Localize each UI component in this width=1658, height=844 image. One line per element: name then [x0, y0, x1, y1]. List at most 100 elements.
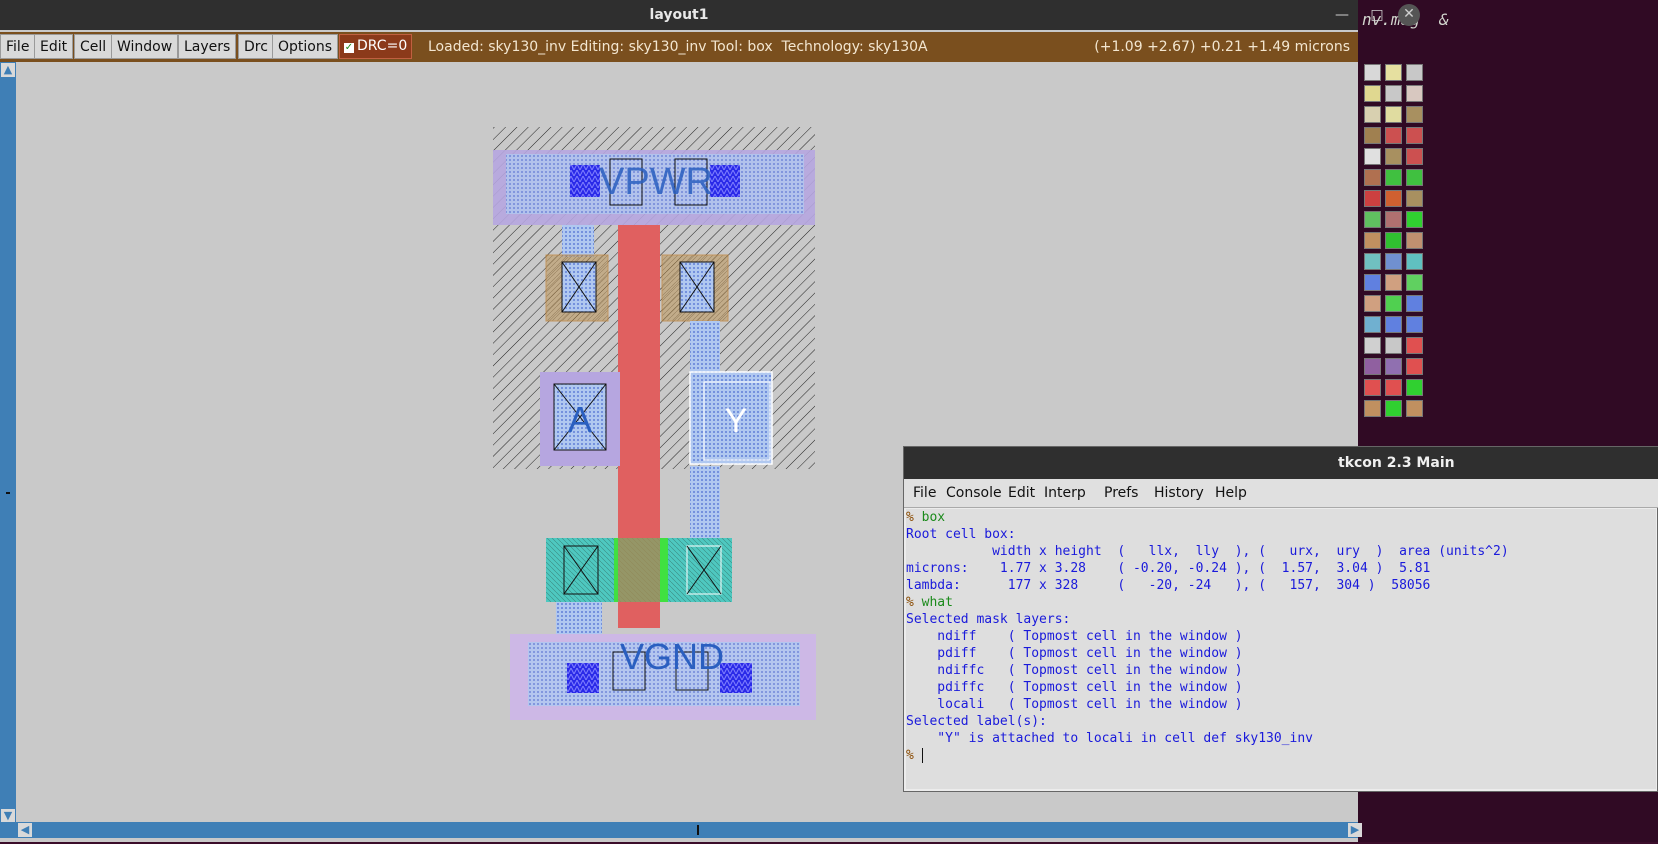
- menu-file[interactable]: File: [0, 34, 36, 59]
- layer-swatch[interactable]: [1385, 190, 1402, 207]
- vertical-scrollbar[interactable]: ▲ ▼: [0, 62, 16, 824]
- layer-swatch[interactable]: [1406, 295, 1423, 312]
- layer-swatch[interactable]: [1406, 358, 1423, 375]
- output-y-label: Y: [725, 402, 748, 440]
- console-line: %: [906, 747, 1656, 764]
- layer-swatch[interactable]: [1385, 274, 1402, 291]
- scroll-down-icon[interactable]: ▼: [1, 809, 15, 823]
- console-line: pdiff ( Topmost cell in the window ): [906, 646, 1243, 661]
- layer-swatch[interactable]: [1406, 337, 1423, 354]
- layer-swatch[interactable]: [1364, 358, 1381, 375]
- tkcon-window: tkcon 2.3 Main File Console Edit Interp …: [903, 446, 1658, 792]
- layer-swatch[interactable]: [1364, 316, 1381, 333]
- layer-swatch[interactable]: [1364, 253, 1381, 270]
- tkcon-menu-interp[interactable]: Interp: [1044, 479, 1086, 507]
- status-text: Loaded: sky130_inv Editing: sky130_inv T…: [428, 39, 928, 55]
- layer-swatch[interactable]: [1385, 316, 1402, 333]
- layer-swatch[interactable]: [1385, 253, 1402, 270]
- menu-options[interactable]: Options: [272, 34, 339, 59]
- layer-swatch[interactable]: [1385, 64, 1402, 81]
- vpwr-strap[interactable]: [562, 225, 594, 257]
- layer-swatch[interactable]: [1385, 85, 1402, 102]
- vpwr-via-right[interactable]: [710, 165, 740, 197]
- vgnd-strap[interactable]: [556, 602, 602, 637]
- tkcon-console[interactable]: % box Root cell box: width x height ( llx…: [906, 509, 1656, 789]
- layer-swatch[interactable]: [1364, 64, 1381, 81]
- console-line: ndiffc ( Topmost cell in the window ): [906, 663, 1243, 678]
- layer-swatch[interactable]: [1385, 127, 1402, 144]
- layer-swatch[interactable]: [1385, 295, 1402, 312]
- minimize-icon[interactable]: —: [1332, 5, 1352, 25]
- layer-swatch[interactable]: [1364, 148, 1381, 165]
- layer-swatch[interactable]: [1406, 316, 1423, 333]
- vpwr-label: VPWR: [599, 161, 713, 203]
- layer-swatch[interactable]: [1364, 169, 1381, 186]
- layer-swatch[interactable]: [1364, 295, 1381, 312]
- menu-edit[interactable]: Edit: [34, 34, 74, 59]
- nmos-gate[interactable]: [618, 538, 660, 602]
- layer-swatch[interactable]: [1385, 148, 1402, 165]
- layer-swatch[interactable]: [1406, 232, 1423, 249]
- console-line: Selected label(s):: [906, 714, 1047, 729]
- layer-swatch[interactable]: [1385, 358, 1402, 375]
- tkcon-titlebar[interactable]: tkcon 2.3 Main: [904, 447, 1658, 479]
- tkcon-menu-edit[interactable]: Edit: [1008, 479, 1035, 507]
- layer-swatch[interactable]: [1406, 148, 1423, 165]
- layer-swatch[interactable]: [1406, 211, 1423, 228]
- layer-swatch[interactable]: [1406, 274, 1423, 291]
- layer-swatch[interactable]: [1406, 253, 1423, 270]
- layer-swatch[interactable]: [1364, 400, 1381, 417]
- layer-swatch[interactable]: [1364, 106, 1381, 123]
- drc-toggle[interactable]: ✓ DRC=0: [339, 34, 413, 59]
- layer-swatch[interactable]: [1385, 169, 1402, 186]
- tkcon-menu-console[interactable]: Console: [946, 479, 1002, 507]
- layer-swatch[interactable]: [1406, 400, 1423, 417]
- layer-swatch[interactable]: [1385, 400, 1402, 417]
- console-command: what: [921, 595, 953, 610]
- layer-swatch[interactable]: [1385, 106, 1402, 123]
- layer-swatch[interactable]: [1364, 232, 1381, 249]
- scroll-right-icon[interactable]: ▶: [1348, 823, 1362, 837]
- layer-swatch[interactable]: [1406, 106, 1423, 123]
- layer-swatch[interactable]: [1406, 127, 1423, 144]
- console-line: pdiffc ( Topmost cell in the window ): [906, 680, 1243, 695]
- console-line: width x height ( llx, lly ), ( urx, ury …: [906, 544, 1509, 559]
- layer-swatch[interactable]: [1406, 190, 1423, 207]
- tkcon-menu-history[interactable]: History: [1154, 479, 1204, 507]
- maximize-icon[interactable]: □: [1367, 5, 1387, 25]
- layer-swatch[interactable]: [1385, 232, 1402, 249]
- tkcon-menu-file[interactable]: File: [913, 479, 936, 507]
- layer-swatch[interactable]: [1364, 379, 1381, 396]
- horizontal-scrollbar[interactable]: ◀ ▶: [0, 822, 1362, 838]
- tkcon-title: tkcon 2.3 Main: [1338, 455, 1455, 471]
- console-line: microns: 1.77 x 3.28 ( -0.20, -0.24 ), (…: [906, 561, 1431, 576]
- tkcon-menu-prefs[interactable]: Prefs: [1104, 479, 1138, 507]
- layer-swatch[interactable]: [1385, 337, 1402, 354]
- layer-swatch[interactable]: [1364, 190, 1381, 207]
- menu-drc[interactable]: Drc: [238, 34, 274, 59]
- layer-swatch[interactable]: [1406, 85, 1423, 102]
- menu-cell[interactable]: Cell: [74, 34, 113, 59]
- layer-swatch[interactable]: [1385, 379, 1402, 396]
- layer-swatch[interactable]: [1406, 379, 1423, 396]
- layer-swatch[interactable]: [1406, 64, 1423, 81]
- window-titlebar[interactable]: layout1 — □ ✕: [0, 0, 1420, 30]
- vpwr-via-left[interactable]: [570, 165, 600, 197]
- vgnd-via-right[interactable]: [720, 663, 752, 693]
- vgnd-via-left[interactable]: [567, 663, 599, 693]
- cursor-coordinates: (+1.09 +2.67) +0.21 +1.49 microns: [1094, 39, 1350, 55]
- tkcon-menu-help[interactable]: Help: [1215, 479, 1247, 507]
- layer-swatch[interactable]: [1406, 169, 1423, 186]
- layer-swatch[interactable]: [1364, 274, 1381, 291]
- layer-swatch[interactable]: [1364, 211, 1381, 228]
- scroll-up-icon[interactable]: ▲: [1, 63, 15, 77]
- menu-layers[interactable]: Layers: [178, 34, 237, 59]
- output-strap-bottom[interactable]: [690, 466, 720, 542]
- layer-swatch[interactable]: [1364, 85, 1381, 102]
- layer-swatch[interactable]: [1385, 211, 1402, 228]
- close-icon[interactable]: ✕: [1398, 4, 1420, 26]
- layer-swatch[interactable]: [1364, 337, 1381, 354]
- scroll-left-icon[interactable]: ◀: [18, 823, 32, 837]
- layer-swatch[interactable]: [1364, 127, 1381, 144]
- menu-window[interactable]: Window: [111, 34, 179, 59]
